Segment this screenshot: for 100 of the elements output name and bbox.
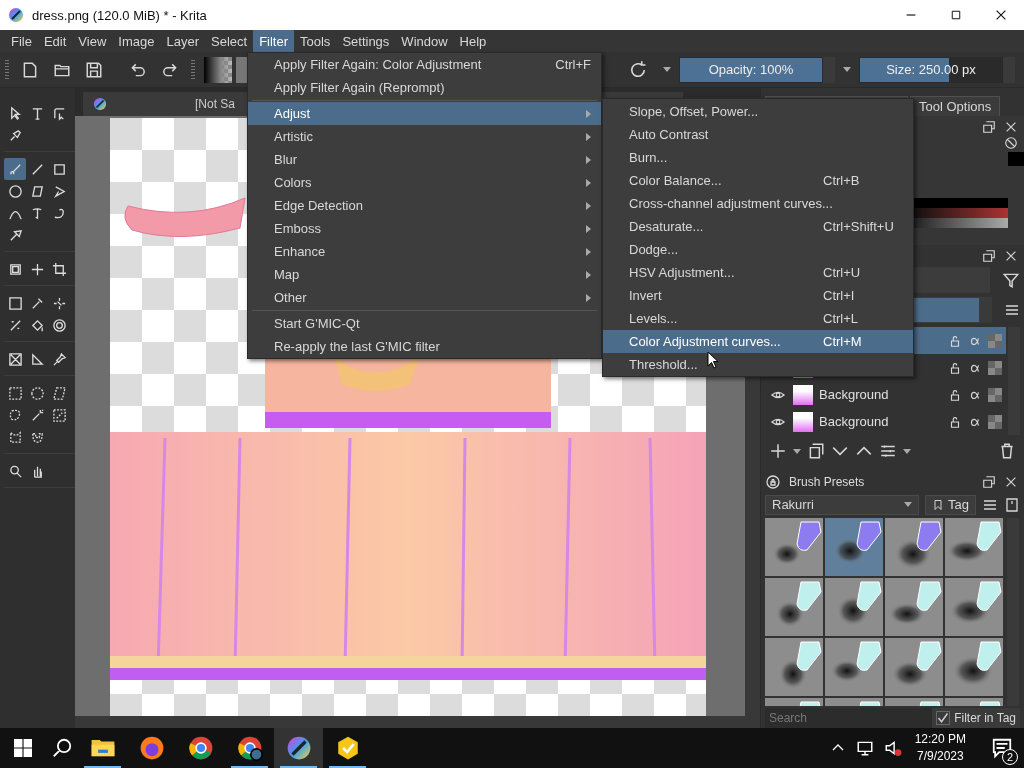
lock-icon[interactable] (948, 387, 962, 402)
search-icon[interactable] (51, 737, 73, 759)
checker-icon[interactable] (988, 414, 1002, 429)
dropdown-caret-icon[interactable] (793, 448, 801, 454)
taskbar-button[interactable] (274, 728, 323, 768)
layer-row[interactable]: Background (765, 381, 1006, 408)
dropdown-caret-icon[interactable] (843, 67, 851, 72)
resource-dropdown[interactable]: Rakurri (765, 494, 920, 515)
trash-icon[interactable] (998, 442, 1016, 460)
menu-item[interactable]: Enhance (248, 240, 601, 263)
close-panel-icon[interactable] (1004, 249, 1018, 263)
properties-icon[interactable] (879, 442, 897, 460)
menu-item[interactable]: Threshold... (603, 353, 913, 376)
menu-bar-item[interactable]: Settings (336, 30, 396, 52)
menu-item[interactable]: Invert Ctrl+I (603, 284, 913, 307)
menu-bar-item[interactable]: Edit (37, 30, 73, 52)
menu-item[interactable]: Cross-channel adjustment curves... (603, 192, 913, 215)
search-field[interactable]: Search (765, 708, 933, 728)
brush-preset-thumbnail[interactable] (945, 637, 1003, 696)
menu-item[interactable]: Adjust (248, 102, 601, 125)
close-panel-icon[interactable] (1004, 120, 1018, 134)
brush-preset-thumbnail[interactable] (825, 517, 883, 576)
float-panel-icon[interactable] (982, 120, 996, 134)
filter-icon[interactable] (1002, 271, 1020, 289)
browser-app-icon[interactable] (187, 735, 214, 761)
lock-icon[interactable] (948, 360, 962, 375)
horizontal-scrollbar[interactable] (75, 716, 760, 728)
lock-icon[interactable] (948, 414, 962, 429)
bookmark-icon[interactable] (932, 497, 945, 512)
float-panel-icon[interactable] (982, 474, 996, 489)
notification-icon[interactable] (991, 737, 1013, 759)
brush-preset-thumbnail[interactable] (825, 577, 883, 636)
lock-icon[interactable] (765, 473, 781, 490)
menu-item[interactable]: Dodge... (603, 238, 913, 261)
color-bar[interactable] (914, 218, 1008, 228)
reload-icon[interactable] (628, 59, 648, 80)
brush-preset-thumbnail[interactable] (945, 517, 1003, 576)
menu-item[interactable]: Auto Contrast (603, 123, 913, 146)
krita-app-icon[interactable] (285, 735, 312, 761)
menu-bar-item[interactable]: View (72, 30, 113, 52)
menu-bar-item[interactable]: Help (453, 30, 493, 52)
save-icon[interactable] (85, 60, 103, 79)
checkbox[interactable] (936, 711, 951, 725)
maximize-icon[interactable] (950, 9, 962, 21)
menu-item[interactable]: Desaturate... Ctrl+Shift+U (603, 215, 913, 238)
foreground-color-swatch[interactable] (1008, 152, 1024, 166)
brush-preset-thumbnail[interactable] (765, 637, 823, 696)
brush-preset-thumbnail[interactable] (825, 637, 883, 696)
filter-in-tag-checkbox[interactable]: Filter in Tag (932, 708, 1020, 728)
menu-item[interactable]: Apply Filter Again (Reprompt) (248, 76, 601, 99)
menu-bar-item[interactable]: Window (395, 30, 454, 52)
dropdown-caret-icon[interactable] (904, 502, 913, 508)
opacity-slider[interactable]: Opacity: 100% (679, 56, 823, 83)
menu-item[interactable]: HSV Adjustment... Ctrl+U (603, 261, 913, 284)
clock-date[interactable]: 7/9/2023 (916, 748, 964, 765)
menu-item[interactable]: Re-apply the last G'MIC filter (248, 335, 601, 358)
menu-bar-item[interactable]: Image (112, 30, 161, 52)
menu-bar-item[interactable]: Layer (160, 30, 205, 52)
menu-item[interactable]: Color Balance... Ctrl+B (603, 169, 913, 192)
brush-preset-thumbnail[interactable] (885, 577, 943, 636)
menu-item[interactable]: Slope, Offset, Power... (603, 100, 913, 123)
menu-icon[interactable] (1004, 302, 1020, 318)
menu-item[interactable]: Artistic (248, 125, 601, 148)
brush-preset-thumbnail[interactable] (885, 517, 943, 576)
brush-preset-thumbnail[interactable] (765, 577, 823, 636)
color-bar[interactable] (914, 208, 1008, 218)
float-panel-icon[interactable] (982, 249, 996, 263)
browser-profile-app-icon[interactable] (236, 735, 263, 761)
menu-item[interactable]: Color Adjustment curves... Ctrl+M (603, 330, 913, 353)
no-color-icon[interactable] (1004, 136, 1018, 150)
layer-row[interactable]: Background (765, 408, 1006, 435)
windows-start-icon[interactable] (14, 739, 32, 757)
checker-icon[interactable] (988, 360, 1002, 375)
lock-icon[interactable] (948, 333, 962, 348)
brush-preset-thumbnail[interactable] (765, 517, 823, 576)
menu-item[interactable]: Emboss (248, 217, 601, 240)
menu-item[interactable]: Apply Filter Again: Color Adjustment Ctrl+F (248, 53, 601, 76)
brush-preset-thumbnail[interactable] (945, 577, 1003, 636)
menu-item[interactable]: Levels... Ctrl+L (603, 307, 913, 330)
dropdown-caret-icon[interactable] (903, 448, 911, 454)
panel-tab[interactable]: Tool Options (910, 96, 1001, 116)
tag-button[interactable]: Tag (925, 494, 976, 515)
network-icon[interactable] (855, 739, 874, 757)
menu-bar-item[interactable]: Tools (294, 30, 337, 52)
dropdown-caret-icon[interactable] (663, 67, 671, 72)
menu-bar-item[interactable]: Select (205, 30, 254, 52)
storage-icon[interactable] (1004, 496, 1020, 513)
menu-item[interactable]: Burn... (603, 146, 913, 169)
menu-bar-item[interactable]: File (5, 30, 38, 52)
brush-preset-thumbnail[interactable] (885, 637, 943, 696)
menu-item[interactable]: Map (248, 263, 601, 286)
menu-bar-item[interactable]: Filter (253, 30, 294, 52)
fox-app-icon[interactable] (138, 735, 165, 761)
color-bar[interactable] (914, 198, 1008, 208)
duplicate-icon[interactable] (807, 442, 825, 460)
checker-icon[interactable] (988, 333, 1002, 348)
gradient-swatch[interactable] (204, 56, 232, 83)
menu-item[interactable]: Start G'MIC-Qt (248, 312, 601, 335)
menu-item[interactable]: Blur (248, 148, 601, 171)
clock-time[interactable]: 12:20 PM (914, 731, 966, 748)
